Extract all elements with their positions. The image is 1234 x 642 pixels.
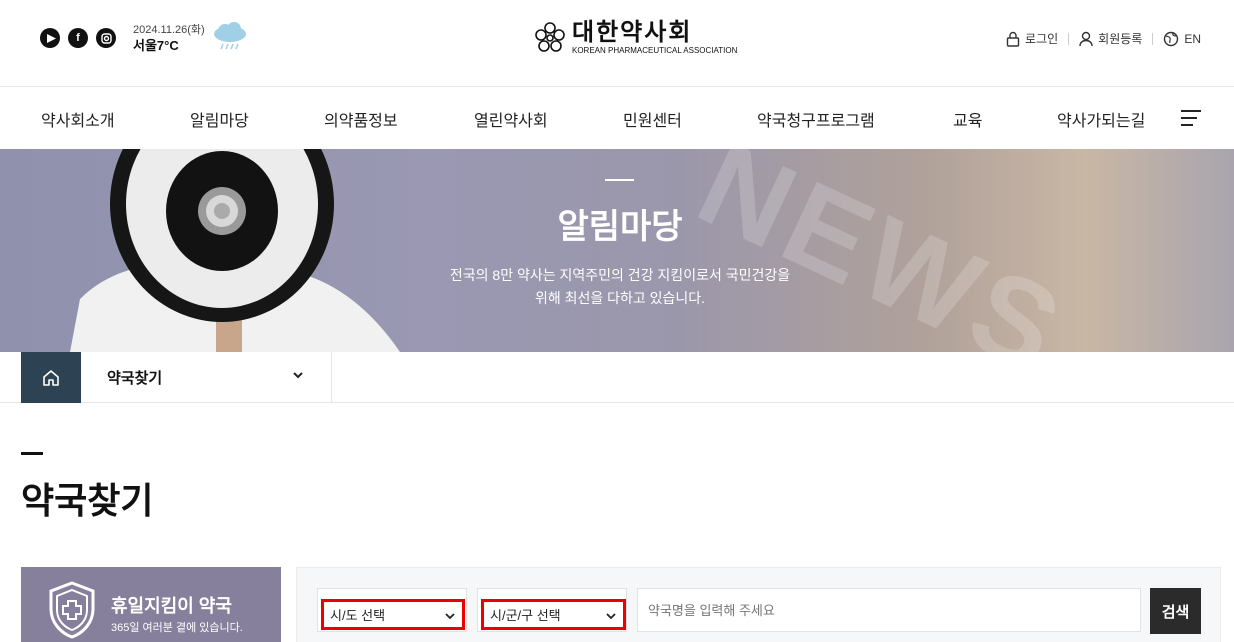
- hero-description: 전국의 8만 약사는 지역주민의 건강 지킴이로서 국민건강을 위해 최선을 다…: [0, 264, 1234, 310]
- hero-description-line1: 전국의 8만 약사는 지역주민의 건강 지킴이로서 국민건강을: [449, 267, 791, 283]
- weather-temperature: 서울7°C: [133, 38, 179, 53]
- site-logo[interactable]: 대한약사회 KOREAN PHARMACEUTICAL ASSOCIATION: [534, 20, 737, 55]
- facebook-icon[interactable]: f: [68, 28, 88, 48]
- login-label: 로그인: [1025, 32, 1059, 46]
- sigungu-select-box: 시/군/구 선택: [477, 588, 627, 632]
- breadcrumb: 약국찾기: [0, 352, 1234, 403]
- language-label: EN: [1184, 31, 1201, 46]
- current-date: 2024.11.26(화): [133, 24, 205, 36]
- page-title: 약국찾기: [21, 480, 154, 521]
- logo-subtitle: KOREAN PHARMACEUTICAL ASSOCIATION: [572, 46, 738, 55]
- sigungu-select[interactable]: 시/군/구 선택: [481, 599, 626, 630]
- breadcrumb-current: 약국찾기: [107, 370, 163, 387]
- pharmacy-name-input[interactable]: [637, 588, 1141, 632]
- globe-icon: [1164, 31, 1179, 46]
- register-link[interactable]: 회원등록: [1079, 30, 1142, 47]
- date-weather: 2024.11.26(화) 서울7°C: [133, 22, 205, 54]
- lock-icon: [1006, 31, 1020, 47]
- youtube-icon[interactable]: [40, 28, 60, 48]
- holiday-card-title: 휴일지킴이 약국: [111, 596, 232, 616]
- search-button[interactable]: 검색: [1150, 588, 1201, 634]
- nav-item-civil-center[interactable]: 민원센터: [623, 107, 682, 131]
- nav-item-drug-info[interactable]: 의약품정보: [324, 107, 398, 131]
- sigungu-select-value: 시/군/구 선택: [490, 608, 561, 623]
- rain-cloud-icon: [212, 22, 248, 57]
- logo-title: 대한약사회: [572, 19, 693, 46]
- social-links: f: [40, 28, 116, 48]
- breadcrumb-dropdown[interactable]: 약국찾기: [81, 352, 332, 403]
- sido-select-box: 시/도 선택: [317, 588, 467, 632]
- megaphone-image: [70, 149, 400, 352]
- chevron-down-icon: [293, 372, 303, 379]
- login-link[interactable]: 로그인: [1006, 30, 1058, 47]
- pharmacy-search-panel: 시/도 선택 시/군/구 선택 검색: [296, 567, 1221, 642]
- hero-banner: NEWS 알림마당 전국의 8만 약사는 지역주민의 건강 지킴이로서 국민건강…: [0, 149, 1234, 352]
- hero-background-decoration: NEWS: [679, 149, 1085, 352]
- hero-accent-bar: [605, 179, 634, 181]
- nav-item-education[interactable]: 교육: [953, 107, 982, 131]
- hero-title: 알림마당: [557, 208, 683, 246]
- instagram-icon[interactable]: [96, 28, 116, 48]
- holiday-card-subtitle: 365일 여러분 곁에 있습니다.: [111, 622, 243, 634]
- user-icon: [1079, 31, 1093, 46]
- home-button[interactable]: [21, 352, 81, 403]
- register-label: 회원등록: [1098, 32, 1143, 46]
- nav-item-open-association[interactable]: 열린약사회: [474, 107, 548, 131]
- nav-item-notice[interactable]: 알림마당: [190, 107, 249, 131]
- utility-links: 로그인 회원등록 EN: [1006, 30, 1201, 47]
- holiday-pharmacy-card[interactable]: 휴일지킴이 약국 365일 여러분 곁에 있습니다.: [21, 567, 281, 642]
- nav-item-become-pharmacist[interactable]: 약사가되는길: [1057, 107, 1145, 131]
- chevron-down-icon: [445, 613, 455, 620]
- sido-select[interactable]: 시/도 선택: [321, 599, 465, 630]
- nav-item-about[interactable]: 약사회소개: [41, 107, 115, 131]
- menu-icon[interactable]: [1181, 110, 1201, 131]
- top-header: f 2024.11.26(화) 서울7°C 대한약사회 KOREAN PHARM…: [0, 0, 1234, 87]
- shield-cross-icon: [49, 581, 95, 639]
- hero-description-line2: 위해 최선을 다하고 있습니다.: [534, 290, 706, 306]
- logo-emblem-icon: [535, 21, 565, 52]
- chevron-down-icon: [606, 613, 616, 620]
- nav-item-billing-program[interactable]: 약국청구프로그램: [757, 107, 875, 131]
- language-link[interactable]: EN: [1163, 31, 1201, 47]
- sido-select-value: 시/도 선택: [330, 608, 386, 623]
- home-icon: [43, 369, 59, 386]
- main-navigation: 약사회소개 알림마당 의약품정보 열린약사회 민원센터 약국청구프로그램 교육 …: [0, 87, 1234, 149]
- page-title-bar: [21, 452, 43, 455]
